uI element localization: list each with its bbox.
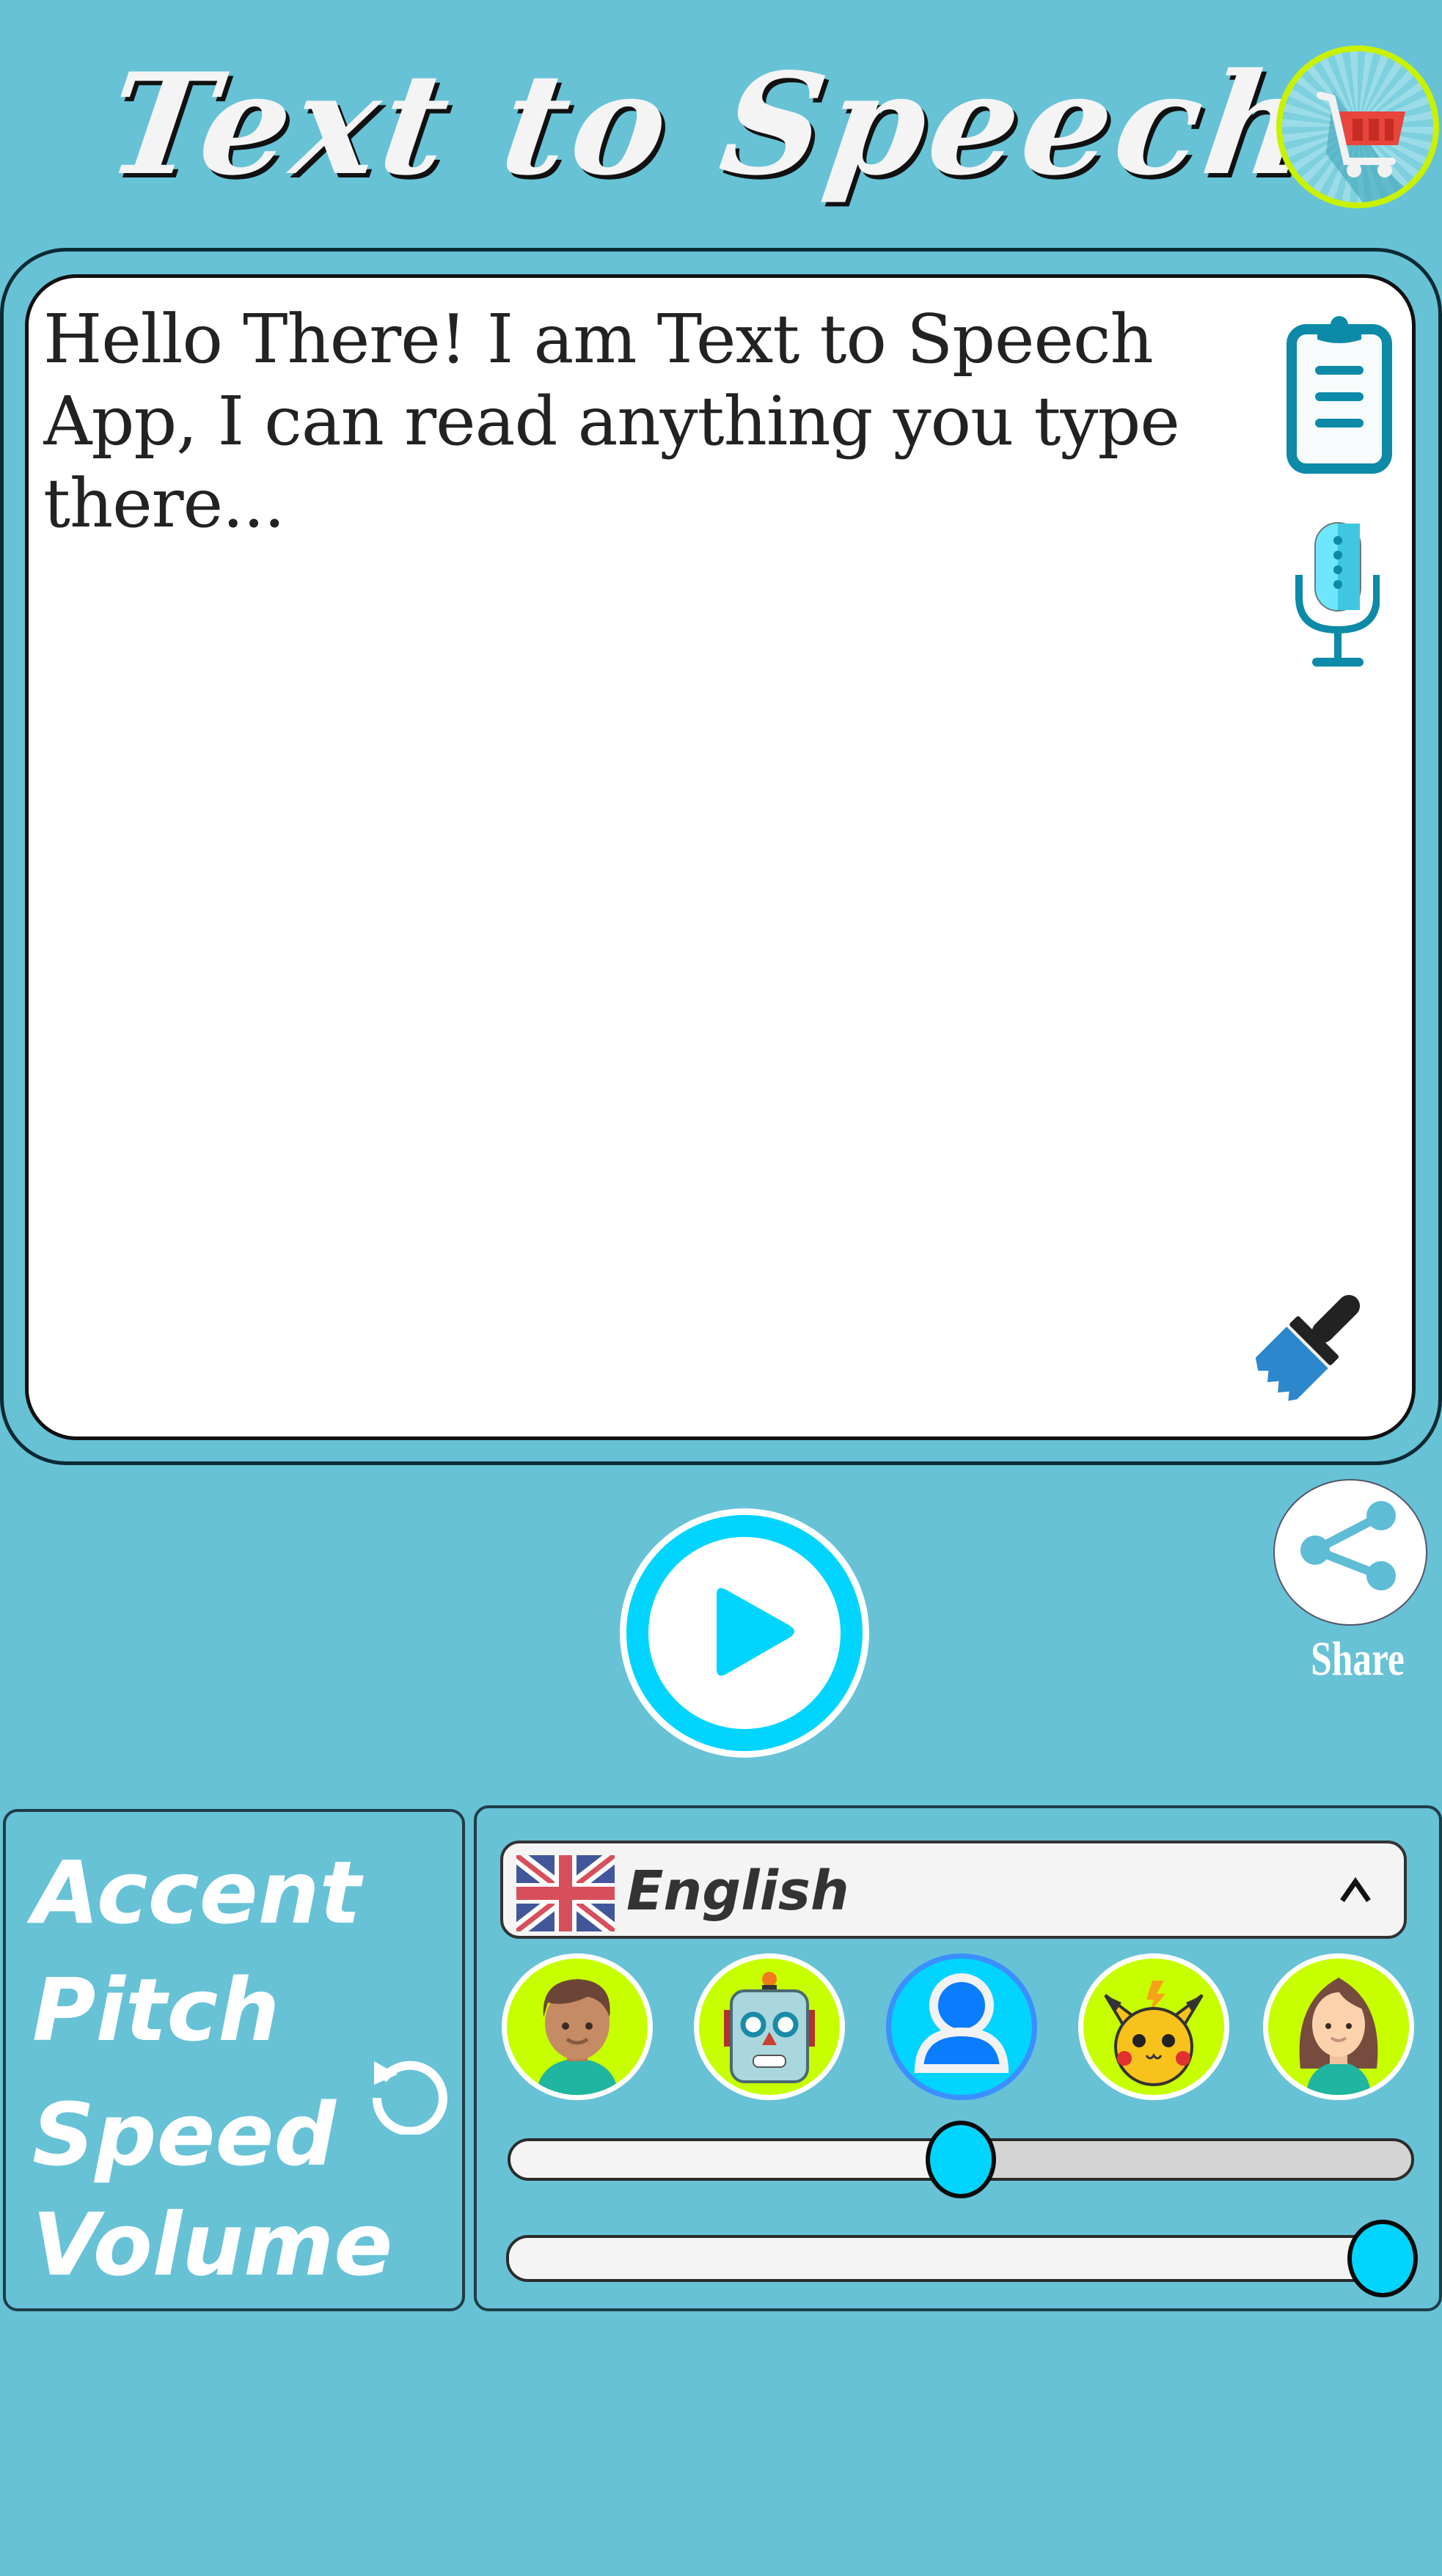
volume-label: Volume: [32, 2194, 393, 2295]
pikachu-avatar-icon: [1104, 1981, 1204, 2086]
voice-option-robot[interactable]: [694, 1953, 845, 2100]
shop-button[interactable]: [1276, 45, 1439, 208]
voice-settings-panel: English: [474, 1805, 1442, 2311]
share-label: Share: [1311, 1632, 1405, 1686]
uk-flag-icon: [516, 1855, 615, 1931]
voice-option-default[interactable]: [886, 1953, 1037, 2100]
mic-button[interactable]: [1292, 520, 1380, 670]
speed-slider-thumb[interactable]: [926, 2121, 996, 2198]
accent-label: Accent: [32, 1842, 362, 1943]
app-title: Text to Speech: [98, 43, 1323, 206]
reset-icon: [372, 2061, 447, 2136]
reset-button[interactable]: [361, 2047, 449, 2136]
pitch-label: Pitch: [32, 1959, 280, 2061]
boy-avatar-icon: [536, 1979, 618, 2095]
settings-labels-panel: Accent Pitch Speed Volume: [3, 1809, 465, 2311]
language-value: English: [626, 1860, 849, 1923]
speed-slider-fill: [510, 2141, 961, 2178]
paste-button[interactable]: [1284, 315, 1394, 476]
voice-option-girl[interactable]: [1263, 1953, 1414, 2100]
voice-option-boy[interactable]: [502, 1953, 653, 2100]
clipboard-icon: [1287, 316, 1392, 474]
play-icon: [626, 1515, 863, 1751]
share-icon: [1300, 1501, 1396, 1590]
volume-slider-fill: [509, 2238, 1414, 2279]
person-avatar-icon: [914, 1973, 1009, 2073]
chevron-up-icon: [1340, 1876, 1371, 1902]
speed-slider[interactable]: [508, 2121, 1414, 2198]
shopping-cart-icon: [1317, 92, 1421, 202]
paintbrush-icon: [1255, 1294, 1361, 1401]
microphone-icon: [1295, 522, 1380, 667]
volume-slider[interactable]: [506, 2220, 1418, 2297]
language-select[interactable]: English: [500, 1841, 1407, 1939]
text-box: Hello There! I am Text to Speech App, I …: [25, 274, 1416, 1440]
volume-slider-thumb[interactable]: [1347, 2220, 1418, 2297]
share-button[interactable]: [1273, 1479, 1427, 1626]
robot-avatar-icon: [724, 1972, 815, 2083]
text-input[interactable]: Hello There! I am Text to Speech App, I …: [43, 298, 1246, 1325]
voice-option-pikachu[interactable]: [1078, 1953, 1229, 2100]
girl-avatar-icon: [1299, 1978, 1378, 2095]
speed-label: Speed: [32, 2084, 336, 2185]
play-button[interactable]: [620, 1508, 869, 1758]
clear-button[interactable]: [1248, 1283, 1372, 1407]
